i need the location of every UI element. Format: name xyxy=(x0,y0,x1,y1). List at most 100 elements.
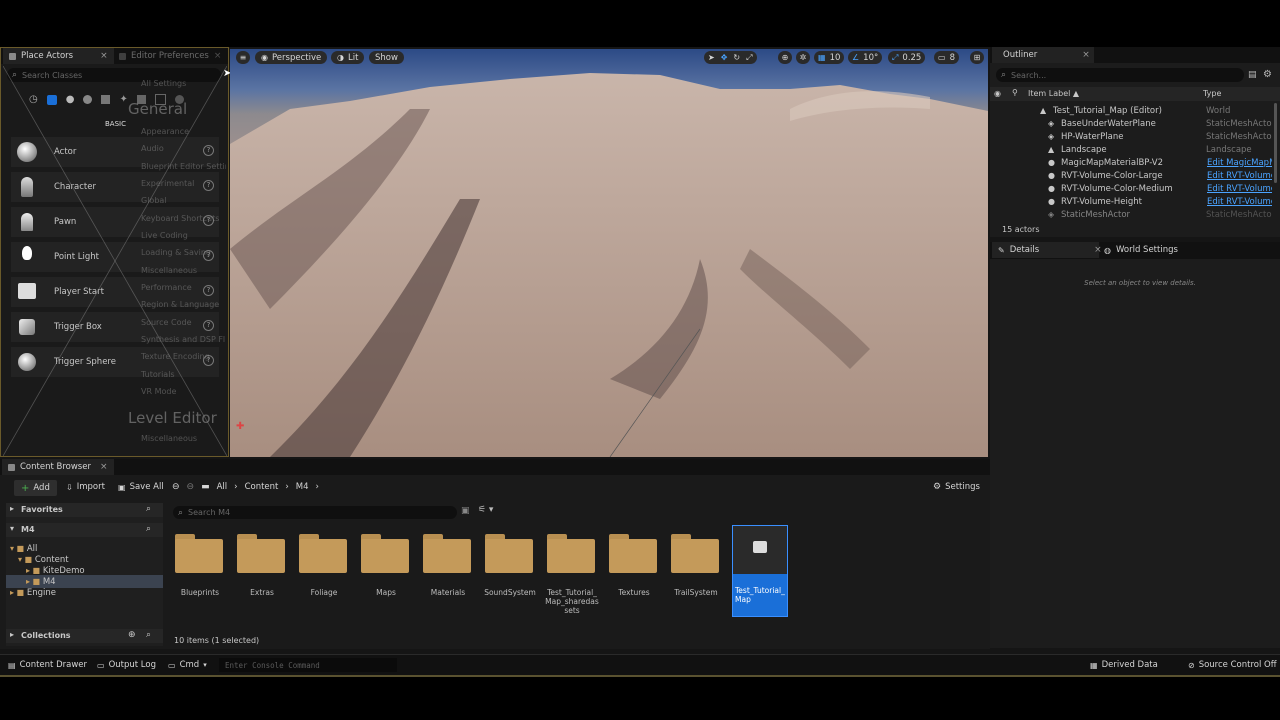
forward-icon[interactable]: ⊖ xyxy=(187,482,195,492)
table-row[interactable]: ▲ Landscape Landscape xyxy=(990,143,1272,156)
settings-gear-icon[interactable]: ⚙ xyxy=(1263,69,1272,80)
outliner-header: ◉ ⚲ Item Label ▲ Type xyxy=(990,87,1280,101)
blueprint-actor-icon: ● xyxy=(1048,158,1055,167)
rotation-snap-button[interactable]: ∠ 10° xyxy=(848,51,883,64)
m4-header[interactable]: ▾ M4 ⌕ xyxy=(6,523,163,537)
content-drawer-button[interactable]: ▤ Content Drawer xyxy=(8,660,87,670)
add-collection-icon[interactable]: ⊕ xyxy=(128,630,136,640)
show-button[interactable]: Show xyxy=(369,51,404,64)
folder-tile[interactable]: Extras xyxy=(234,529,290,621)
folder-tile[interactable]: Textures xyxy=(606,529,662,621)
filter-icon[interactable]: ⚟ ▾ xyxy=(478,505,493,515)
folder-icon: ▾ ■ xyxy=(18,555,33,564)
derived-data-button[interactable]: ▦ Derived Data xyxy=(1090,660,1158,670)
save-all-button[interactable]: ▣ Save All xyxy=(118,482,164,492)
back-icon[interactable]: ⊖ xyxy=(172,482,180,492)
search-icon[interactable]: ⌕ xyxy=(146,504,151,514)
folder-tile[interactable]: TrailSystem xyxy=(668,529,724,621)
search-icon[interactable]: ⌕ xyxy=(146,630,151,640)
folder-icon: ▸ ■ xyxy=(26,577,41,586)
folder-tile[interactable]: Foliage xyxy=(296,529,352,621)
close-icon[interactable]: × xyxy=(1082,50,1090,60)
outliner-search-input[interactable]: ⌕ Search... xyxy=(996,68,1244,82)
selected-map-asset[interactable]: Test_Tutorial_Map xyxy=(732,525,788,617)
tab-outliner[interactable]: Outliner × xyxy=(992,47,1094,63)
search-icon[interactable]: ⌕ xyxy=(146,524,151,534)
table-row[interactable]: ● RVT-Volume-Color-Large Edit RVT-Volume xyxy=(990,169,1272,182)
outliner-panel: Outliner × ⌕ Search... ▤ ⚙ ◉ ⚲ Item Labe… xyxy=(990,47,1280,237)
close-icon[interactable]: × xyxy=(100,51,108,61)
maximize-viewport-icon[interactable]: ⊞ xyxy=(970,51,984,64)
table-row[interactable]: ◈ StaticMeshActor StaticMeshActor xyxy=(990,208,1272,220)
tree-item-engine[interactable]: ▸ ■ Engine xyxy=(10,586,56,599)
content-browser-icon xyxy=(8,463,15,471)
table-row[interactable]: ● RVT-Volume-Color-Medium Edit RVT-Volum… xyxy=(990,182,1272,195)
folder-tile[interactable]: Blueprints xyxy=(172,529,228,621)
chevron-right-icon: ▸ xyxy=(10,630,15,639)
status-bar: ▤ Content Drawer ▭ Output Log ▭ Cmd ▾ En… xyxy=(0,654,1280,675)
outliner-scrollbar[interactable] xyxy=(1274,103,1277,183)
source-control-button[interactable]: ⊘ Source Control Off xyxy=(1188,660,1277,670)
asset-search-input[interactable]: ⌕ Search M4 xyxy=(173,506,457,519)
cmd-dropdown[interactable]: ▭ Cmd ▾ xyxy=(168,660,207,670)
angle-icon: ∠ xyxy=(852,53,860,62)
move-icon[interactable]: ✥ xyxy=(721,53,728,62)
settings-button[interactable]: ⚙ Settings xyxy=(933,482,980,492)
static-mesh-icon: ◈ xyxy=(1048,132,1055,141)
level-viewport[interactable]: ≡ ◉ Perspective ◑ Lit Show ➤ ✥ ↻ ⤢ ⊕ ✲ ▦ 10… xyxy=(230,49,988,457)
import-icon: ⇩ xyxy=(66,482,73,492)
lit-button[interactable]: ◑ Lit xyxy=(331,51,365,64)
tab-world-settings[interactable]: ◍ World Settings xyxy=(1098,242,1184,258)
visibility-eye-icon[interactable]: ◉ xyxy=(994,89,1001,98)
pencil-icon: ✎ xyxy=(998,245,1005,255)
static-mesh-icon: ◈ xyxy=(1048,210,1055,219)
world-local-icon[interactable]: ⊕ xyxy=(778,51,792,64)
map-thumbnail xyxy=(733,526,787,574)
output-log-button[interactable]: ▭ Output Log xyxy=(97,660,156,670)
table-row[interactable]: ● MagicMapMaterialBP-V2 Edit MagicMapM xyxy=(990,156,1272,169)
tab-place-actors[interactable]: Place Actors × xyxy=(3,48,114,64)
table-row[interactable]: ◈ BaseUnderWaterPlane StaticMeshActor xyxy=(990,117,1272,130)
database-icon: ▦ xyxy=(1090,660,1098,670)
add-folder-icon[interactable]: ▤ xyxy=(1248,70,1257,80)
viewport-menu-button[interactable]: ≡ xyxy=(236,51,250,64)
breadcrumb: ⊖ ⊖ ▬ All › Content › M4 › xyxy=(172,482,319,492)
tab-editor-preferences[interactable]: Editor Preferences × xyxy=(113,48,227,64)
place-actors-icon xyxy=(9,52,16,60)
world-icon: ▲ xyxy=(1040,106,1047,115)
collections-header[interactable]: ▸ Collections ⊕ ⌕ xyxy=(6,629,163,643)
close-icon[interactable]: × xyxy=(100,462,108,472)
rotate-icon[interactable]: ↻ xyxy=(733,53,740,62)
import-button[interactable]: ⇩ Import xyxy=(66,482,105,492)
folder-icon: ▬ xyxy=(201,482,210,492)
blueprint-actor-icon: ● xyxy=(1048,197,1055,206)
camera-speed-button[interactable]: ▭ 8 xyxy=(934,51,959,64)
search-icon: ⌕ xyxy=(178,507,184,518)
terminal-icon: ▭ xyxy=(168,660,176,670)
perspective-button[interactable]: ◉ Perspective xyxy=(255,51,328,64)
surface-snap-icon[interactable]: ✲ xyxy=(796,51,810,64)
select-icon[interactable]: ➤ xyxy=(708,53,715,62)
scale-icon[interactable]: ⤢ xyxy=(746,53,752,63)
save-search-icon[interactable]: ▣ xyxy=(461,506,470,516)
close-icon[interactable]: × xyxy=(214,51,222,61)
content-browser: Content Browser × + Add ⇩ Import ▣ Save … xyxy=(0,459,990,649)
folder-tile[interactable]: Maps xyxy=(358,529,414,621)
table-row[interactable]: ● RVT-Volume-Height Edit RVT-Volume xyxy=(990,195,1272,208)
folder-icon: ▸ ■ xyxy=(10,588,25,597)
scale-snap-button[interactable]: ⤢ 0.25 xyxy=(888,51,926,64)
table-row[interactable]: ▲ Test_Tutorial_Map (Editor) World xyxy=(990,104,1272,117)
axis-gizmo-icon: ✚ xyxy=(236,421,245,432)
pin-icon[interactable]: ⚲ xyxy=(1012,88,1018,97)
add-button[interactable]: + Add xyxy=(14,480,57,496)
folder-tile[interactable]: SoundSystem xyxy=(482,529,538,621)
grid-snap-button[interactable]: ▦ 10 xyxy=(814,51,845,64)
preferences-icon xyxy=(119,52,126,60)
tab-content-browser[interactable]: Content Browser × xyxy=(2,459,114,475)
folder-tile[interactable]: Materials xyxy=(420,529,476,621)
folder-tile[interactable]: Test_Tutorial_Map_sharedassets xyxy=(544,529,600,621)
table-row[interactable]: ◈ HP-WaterPlane StaticMeshActor xyxy=(990,130,1272,143)
tab-details[interactable]: ✎ Details × xyxy=(992,242,1102,258)
console-input[interactable]: Enter Console Command xyxy=(219,658,397,672)
favorites-header[interactable]: ▸ Favorites ⌕ xyxy=(6,503,163,517)
